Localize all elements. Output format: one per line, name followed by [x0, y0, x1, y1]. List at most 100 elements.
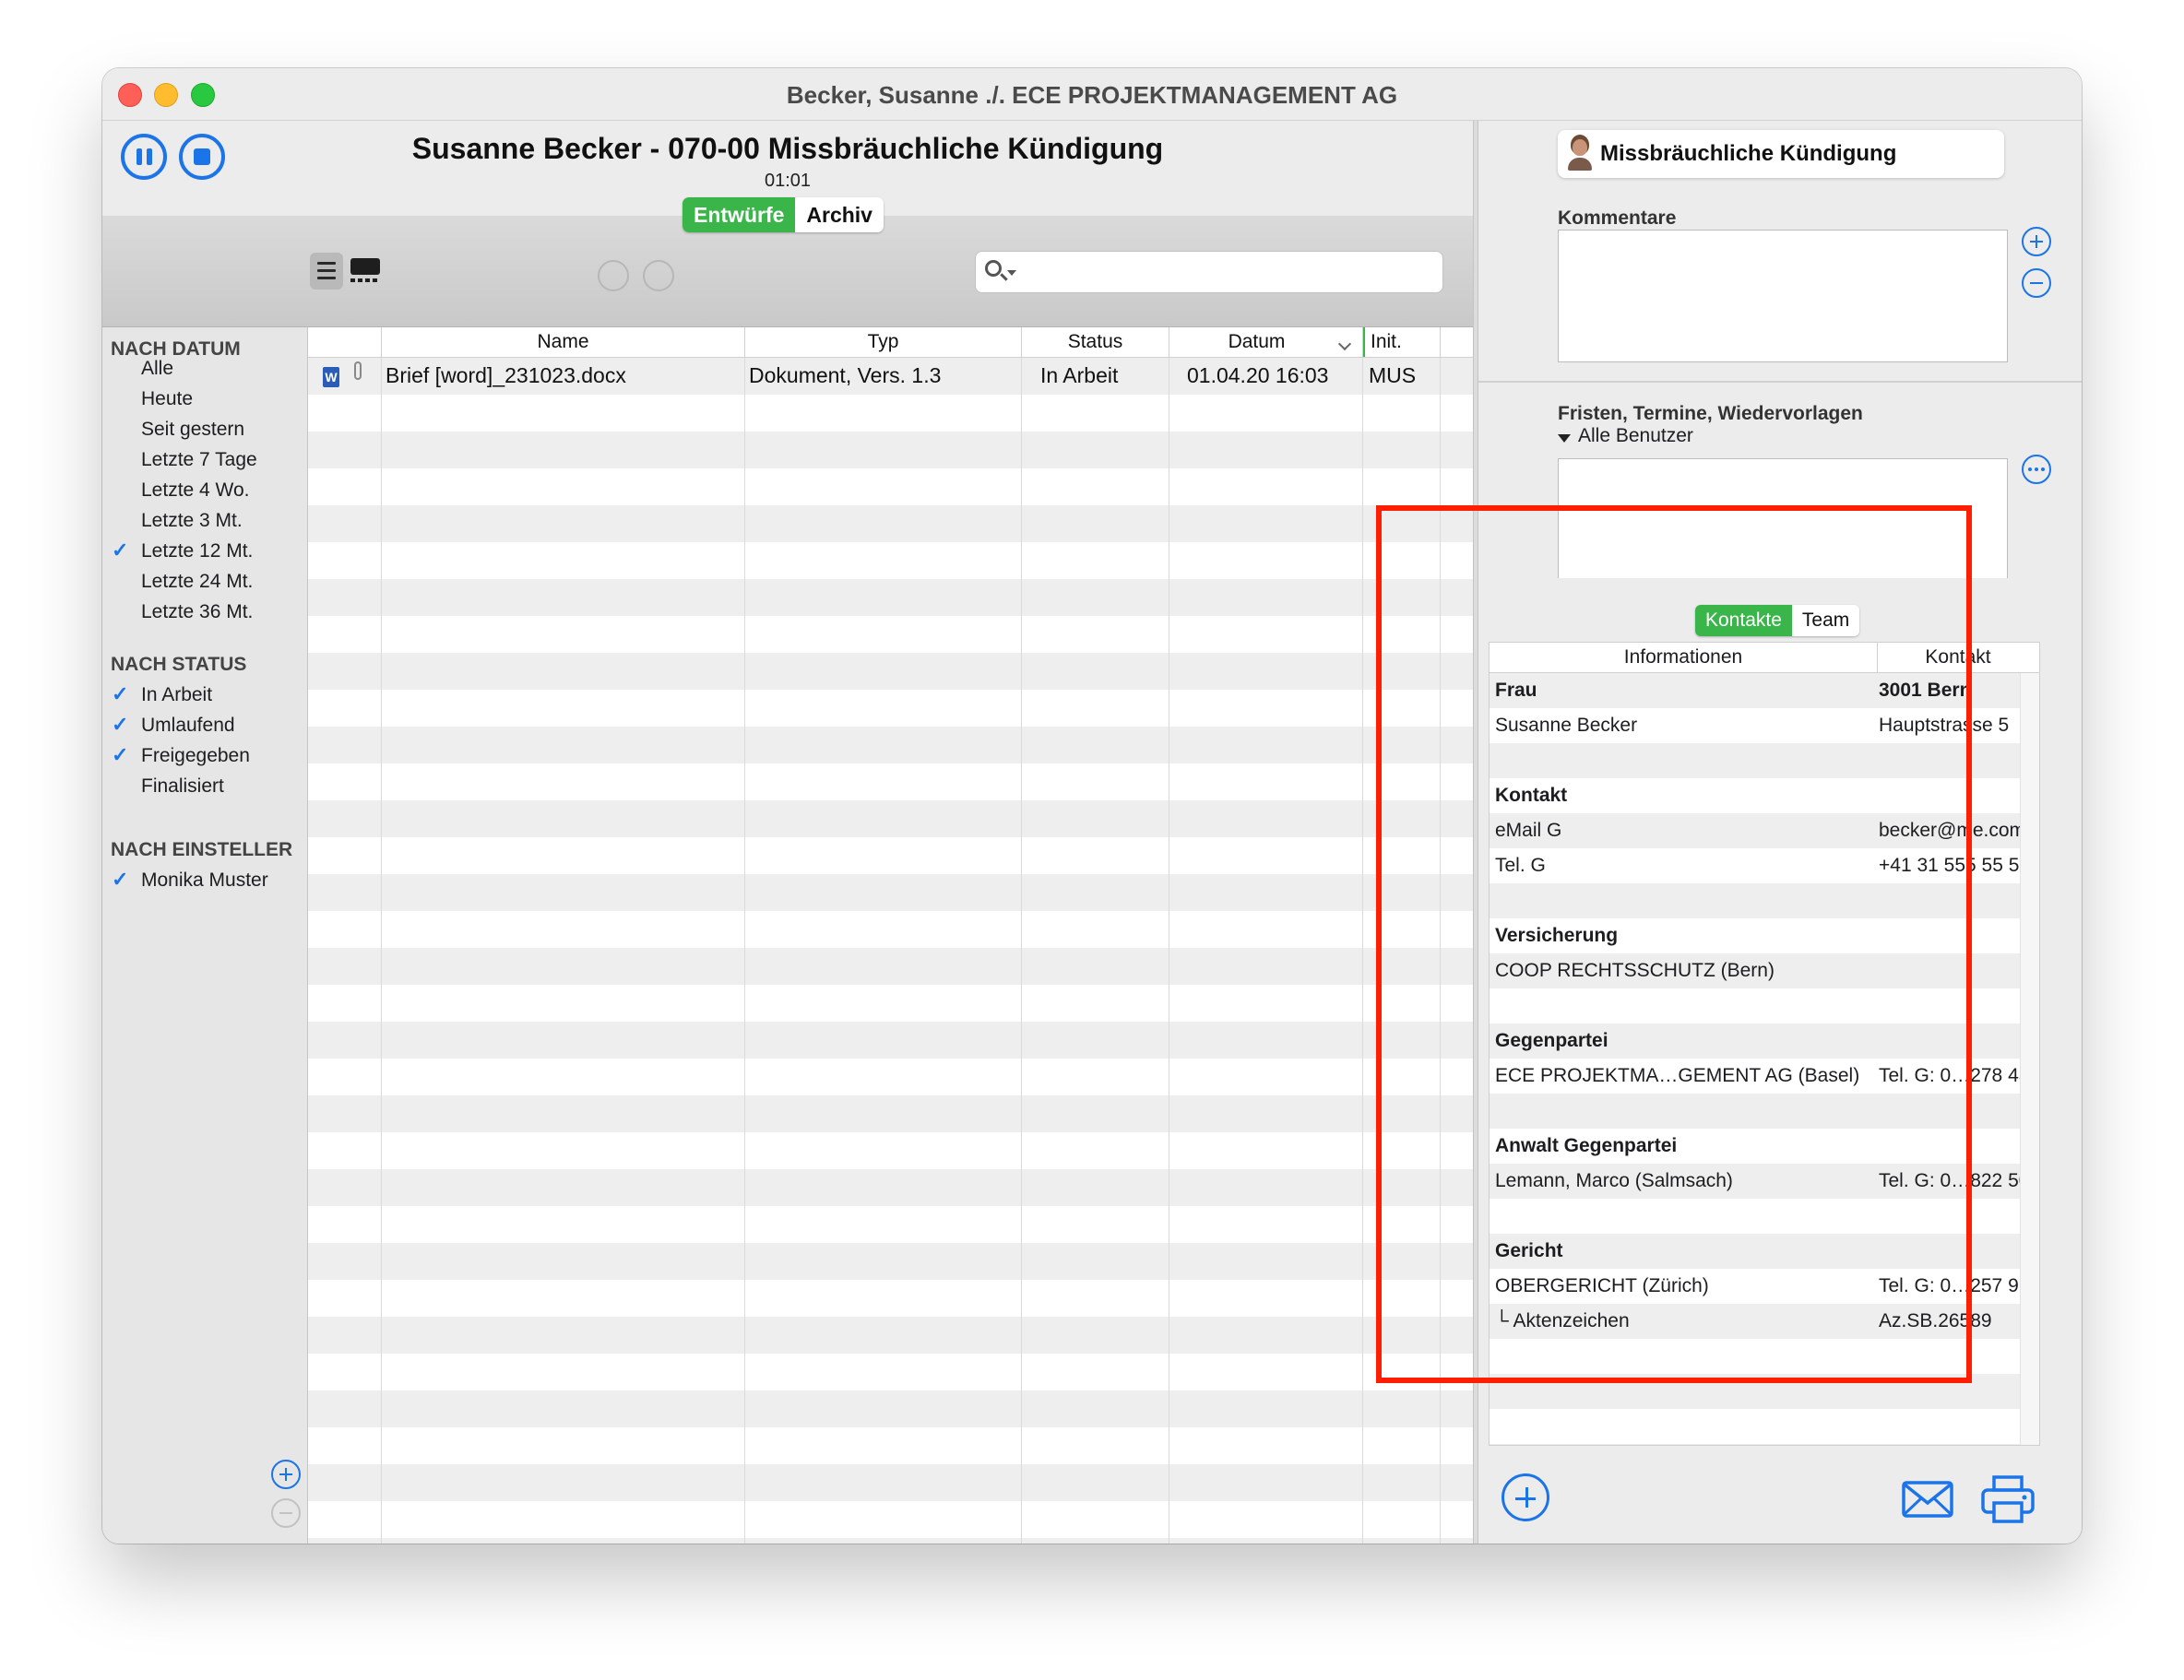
title-bar: Becker, Susanne ./. ECE PROJEKTMANAGEMEN…: [102, 68, 2082, 121]
contact-detail: Az.SB.26589: [1879, 1310, 1992, 1331]
add-filter-icon[interactable]: [271, 1460, 301, 1489]
filter-item[interactable]: Letzte 24 Mt.: [141, 571, 253, 593]
contact-row[interactable]: ECE PROJEKTMA…GEMENT AG (Basel) Tel. G: 0…: [1490, 1059, 2039, 1094]
contact-row[interactable]: OBERGERICHT (Zürich) Tel. G: 0…257 919: [1490, 1269, 2039, 1304]
document-table: Name Typ Status Datum Init. Brief [word]…: [308, 327, 1473, 1544]
column-header-status[interactable]: Status: [1022, 327, 1169, 357]
divider: [1478, 381, 2082, 383]
contact-info: ECE PROJEKTMA…GEMENT AG (Basel): [1495, 1065, 1860, 1086]
contact-info: Tel. G: [1495, 855, 1546, 876]
case-chip[interactable]: Missbräuchliche Kündigung: [1558, 130, 2004, 178]
column-header-name[interactable]: Name: [382, 327, 745, 357]
filter-sidebar: NACH DATUM Alle Heute Seit gestern Letzt…: [102, 327, 308, 1544]
filter-item[interactable]: Monika Muster: [141, 870, 268, 892]
filter-item[interactable]: Letzte 7 Tage: [141, 449, 257, 471]
filter-item[interactable]: Heute: [141, 388, 193, 410]
contact-row[interactable]: Gegenpartei: [1490, 1023, 2039, 1059]
remove-filter-icon: [271, 1498, 301, 1528]
search-input[interactable]: [975, 251, 1443, 293]
table-row[interactable]: Brief [word]_231023.docx Dokument, Vers.…: [308, 358, 1473, 395]
disclosure-triangle-icon[interactable]: [1558, 434, 1571, 443]
contact-detail: 3001 Bern: [1879, 680, 1972, 701]
more-options-icon[interactable]: [2022, 455, 2051, 484]
contact-info: Gericht: [1495, 1240, 1563, 1261]
contact-row[interactable]: Gericht: [1490, 1234, 2039, 1269]
contact-info: Gegenpartei: [1495, 1030, 1608, 1051]
column-header-icons[interactable]: [308, 327, 382, 357]
document-status: In Arbeit: [1040, 363, 1119, 387]
list-view-icon[interactable]: [310, 253, 343, 290]
filter-group-title: NACH DATUM: [111, 338, 241, 360]
document-tabs: Entwürfe Archiv: [682, 197, 884, 232]
column-header-kontakt[interactable]: Kontakt: [1877, 643, 2039, 672]
filter-item[interactable]: Alle: [141, 358, 173, 380]
attachment-icon: [354, 361, 362, 380]
users-filter-dropdown[interactable]: Alle Benutzer: [1578, 425, 1693, 447]
filter-item[interactable]: Freigegeben: [141, 745, 250, 767]
contact-row[interactable]: Frau 3001 Bern: [1490, 673, 2039, 708]
case-title: Susanne Becker - 070-00 Missbräuchliche …: [411, 132, 1164, 165]
toolbar: [102, 216, 1473, 327]
add-contact-icon[interactable]: [1502, 1473, 1549, 1521]
mail-icon[interactable]: [1902, 1479, 1953, 1520]
avatar: [1567, 137, 1593, 171]
card-view-icon[interactable]: [350, 258, 380, 282]
filter-item[interactable]: Letzte 4 Wo.: [141, 479, 250, 502]
filter-item[interactable]: Letzte 12 Mt.: [141, 540, 253, 562]
contact-info: Anwalt Gegenpartei: [1495, 1135, 1678, 1156]
print-icon[interactable]: [1981, 1475, 2035, 1523]
checkmark-icon: ✓: [112, 682, 129, 705]
deadlines-list[interactable]: [1558, 458, 2008, 578]
filter-item[interactable]: Umlaufend: [141, 715, 235, 737]
contact-info: COOP RECHTSSCHUTZ (Bern): [1495, 960, 1774, 981]
document-date: 01.04.20 16:03: [1187, 363, 1329, 387]
add-comment-icon[interactable]: [2022, 227, 2051, 256]
filter-item[interactable]: In Arbeit: [141, 684, 212, 706]
view-mode-toggle: [310, 253, 384, 290]
column-header-informationen[interactable]: Informationen: [1490, 643, 1878, 672]
contact-row[interactable]: └ Aktenzeichen Az.SB.26589: [1490, 1304, 2039, 1339]
disabled-more-icon: [643, 260, 674, 291]
column-header-datum-label: Datum: [1228, 331, 1286, 352]
scrollbar[interactable]: [2020, 673, 2039, 1445]
filter-group-title: NACH EINSTELLER: [111, 839, 293, 860]
tab-archiv[interactable]: Archiv: [795, 197, 884, 232]
contact-detail: Tel. G: 0…822 503: [1879, 1170, 2039, 1191]
contact-row[interactable]: Tel. G +41 31 555 55 55: [1490, 848, 2039, 883]
word-document-icon: [323, 363, 347, 391]
tab-entwuerfe[interactable]: Entwürfe: [682, 197, 796, 232]
contact-row[interactable]: [1490, 883, 2039, 918]
contact-detail: Hauptstrasse 5: [1879, 715, 2010, 736]
tab-team[interactable]: Team: [1791, 605, 1860, 636]
contact-row[interactable]: Susanne Becker Hauptstrasse 5: [1490, 708, 2039, 743]
contact-row[interactable]: Versicherung: [1490, 918, 2039, 953]
contact-row[interactable]: [1490, 1199, 2039, 1234]
app-window: Becker, Susanne ./. ECE PROJEKTMANAGEMEN…: [102, 68, 2082, 1544]
filter-item[interactable]: Finalisiert: [141, 775, 224, 798]
filter-item[interactable]: Seit gestern: [141, 419, 244, 441]
column-header-init[interactable]: Init.: [1363, 327, 1441, 357]
filter-group-title: NACH STATUS: [111, 654, 247, 675]
contact-row[interactable]: Kontakt: [1490, 778, 2039, 813]
column-header-typ[interactable]: Typ: [745, 327, 1022, 357]
filter-item[interactable]: Letzte 3 Mt.: [141, 510, 243, 532]
document-table-header: Name Typ Status Datum Init.: [308, 327, 1473, 358]
search-options-caret-icon[interactable]: [1007, 270, 1016, 276]
comments-field[interactable]: [1558, 230, 2008, 362]
contact-row[interactable]: eMail G becker@me.com: [1490, 813, 2039, 848]
tab-kontakte[interactable]: Kontakte: [1695, 605, 1792, 636]
contact-row[interactable]: Lemann, Marco (Salmsach) Tel. G: 0…822 50…: [1490, 1164, 2039, 1199]
contact-detail: +41 31 555 55 55: [1879, 855, 2031, 876]
contact-row[interactable]: [1490, 1094, 2039, 1129]
contact-row[interactable]: Anwalt Gegenpartei: [1490, 1129, 2039, 1164]
remove-comment-icon[interactable]: [2022, 268, 2051, 298]
contact-row[interactable]: [1490, 743, 2039, 778]
document-initials: MUS: [1369, 363, 1417, 387]
filter-item[interactable]: Letzte 36 Mt.: [141, 601, 253, 623]
column-header-datum[interactable]: Datum: [1169, 327, 1363, 357]
contact-info: Kontakt: [1495, 785, 1568, 806]
contact-row[interactable]: [1490, 988, 2039, 1023]
contact-row[interactable]: COOP RECHTSSCHUTZ (Bern): [1490, 953, 2039, 988]
contact-info: Lemann, Marco (Salmsach): [1495, 1170, 1733, 1191]
search-icon: [985, 260, 1002, 277]
